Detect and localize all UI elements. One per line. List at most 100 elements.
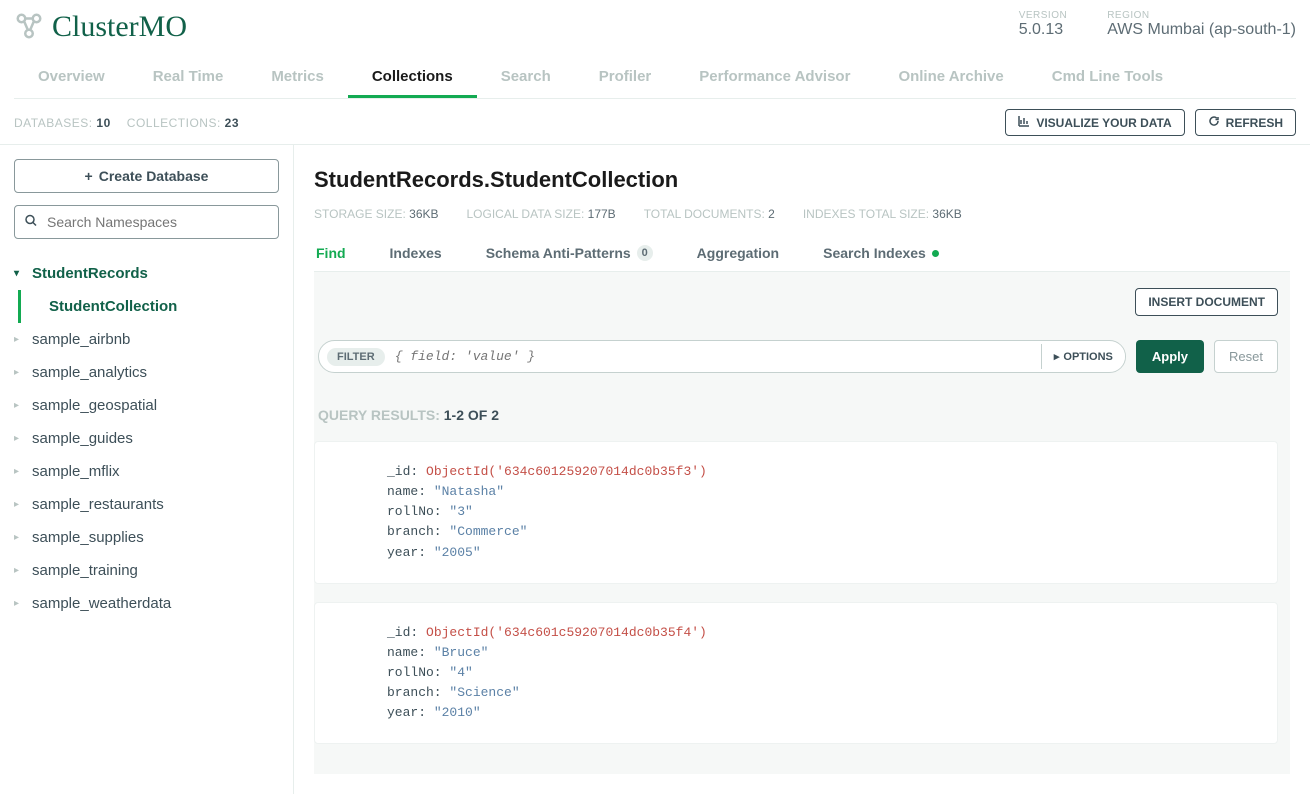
tab-indexes[interactable]: Indexes bbox=[388, 239, 444, 271]
tab-cmd-line-tools[interactable]: Cmd Line Tools bbox=[1028, 58, 1187, 98]
stat-logical-data-size-: LOGICAL DATA SIZE: 177B bbox=[467, 207, 616, 221]
caret-right-icon: ▸ bbox=[1054, 350, 1060, 363]
stat-indexes-total-size-: INDEXES TOTAL SIZE: 36KB bbox=[803, 207, 962, 221]
tab-metrics[interactable]: Metrics bbox=[247, 58, 348, 98]
options-button[interactable]: ▸ OPTIONS bbox=[1041, 344, 1125, 369]
sidebar-item-sample_guides[interactable]: ▸ sample_guides bbox=[14, 422, 279, 455]
doc-field-rollno: rollNo: "3" bbox=[387, 502, 1257, 522]
tab-collections[interactable]: Collections bbox=[348, 58, 477, 98]
tab-find[interactable]: Find bbox=[314, 239, 348, 271]
sidebar-item-sample_training[interactable]: ▸ sample_training bbox=[14, 554, 279, 587]
doc-field-branch: branch: "Science" bbox=[387, 683, 1257, 703]
filter-input[interactable] bbox=[391, 341, 1041, 372]
caret-right-icon: ▸ bbox=[14, 367, 24, 378]
sidebar-item-label: sample_training bbox=[32, 562, 138, 579]
sidebar-item-label: sample_restaurants bbox=[32, 496, 164, 513]
sidebar-item-sample_mflix[interactable]: ▸ sample_mflix bbox=[14, 455, 279, 488]
sidebar: + Create Database ▾ StudentRecords Student… bbox=[0, 145, 294, 794]
header: ClusterMO VERSION 5.0.13 REGION AWS Mumb… bbox=[0, 0, 1310, 50]
visualize-button[interactable]: VISUALIZE YOUR DATA bbox=[1005, 109, 1184, 136]
apply-button[interactable]: Apply bbox=[1136, 340, 1204, 373]
collections-label: COLLECTIONS: bbox=[127, 116, 221, 130]
sidebar-item-label: sample_analytics bbox=[32, 364, 147, 381]
sidebar-collection-studentcollection[interactable]: StudentCollection bbox=[18, 290, 279, 323]
tab-real-time[interactable]: Real Time bbox=[129, 58, 248, 98]
tab-search-indexes[interactable]: Search Indexes bbox=[821, 239, 941, 271]
sidebar-item-sample_airbnb[interactable]: ▸ sample_airbnb bbox=[14, 323, 279, 356]
database-list: ▾ StudentRecords StudentCollection ▸ sample_… bbox=[14, 257, 279, 620]
collections-count: 23 bbox=[225, 116, 239, 130]
filter-pill: FILTER bbox=[327, 348, 385, 366]
collection-title: StudentRecords.StudentCollection bbox=[314, 167, 1290, 193]
cluster-icon bbox=[14, 11, 44, 44]
sidebar-item-label: sample_supplies bbox=[32, 529, 144, 546]
sidebar-item-sample_geospatial[interactable]: ▸ sample_geospatial bbox=[14, 389, 279, 422]
doc-field-year: year: "2010" bbox=[387, 703, 1257, 723]
schema-badge: 0 bbox=[637, 245, 653, 261]
tab-schema-anti-patterns[interactable]: Schema Anti-Patterns 0 bbox=[484, 239, 655, 271]
caret-right-icon: ▸ bbox=[14, 466, 24, 477]
tab-performance-advisor[interactable]: Performance Advisor bbox=[675, 58, 874, 98]
sidebar-item-studentrecords[interactable]: ▾ StudentRecords bbox=[14, 257, 279, 290]
caret-down-icon: ▾ bbox=[14, 268, 24, 279]
doc-field-branch: branch: "Commerce" bbox=[387, 522, 1257, 542]
reset-button[interactable]: Reset bbox=[1214, 340, 1278, 373]
region-label: REGION bbox=[1107, 10, 1296, 21]
search-namespaces-input[interactable] bbox=[14, 205, 279, 239]
query-panel: INSERT DOCUMENT FILTER ▸ OPTIONS Apply R… bbox=[314, 272, 1290, 774]
collection-stats: STORAGE SIZE: 36KB LOGICAL DATA SIZE: 177… bbox=[314, 207, 1290, 221]
header-meta: VERSION 5.0.13 REGION AWS Mumbai (ap-sou… bbox=[1019, 10, 1296, 39]
doc-field-rollno: rollNo: "4" bbox=[387, 663, 1257, 683]
caret-right-icon: ▸ bbox=[14, 565, 24, 576]
sidebar-item-label: sample_mflix bbox=[32, 463, 120, 480]
sidebar-item-sample_supplies[interactable]: ▸ sample_supplies bbox=[14, 521, 279, 554]
document-card[interactable]: _id: ObjectId('634c601259207014dc0b35f3'… bbox=[314, 441, 1278, 584]
doc-field-year: year: "2005" bbox=[387, 543, 1257, 563]
main-tabs: OverviewReal TimeMetricsCollectionsSearc… bbox=[14, 58, 1296, 99]
caret-right-icon: ▸ bbox=[14, 532, 24, 543]
sidebar-item-label: sample_weatherdata bbox=[32, 595, 171, 612]
version-value: 5.0.13 bbox=[1019, 21, 1068, 39]
refresh-button[interactable]: REFRESH bbox=[1195, 109, 1296, 136]
databases-label: DATABASES: bbox=[14, 116, 93, 130]
sidebar-item-label: sample_guides bbox=[32, 430, 133, 447]
content: StudentRecords.StudentCollection STORAGE… bbox=[294, 145, 1310, 794]
stat-total-documents-: TOTAL DOCUMENTS: 2 bbox=[644, 207, 775, 221]
sidebar-item-sample_restaurants[interactable]: ▸ sample_restaurants bbox=[14, 488, 279, 521]
caret-right-icon: ▸ bbox=[14, 499, 24, 510]
tab-profiler[interactable]: Profiler bbox=[575, 58, 676, 98]
tab-overview[interactable]: Overview bbox=[14, 58, 129, 98]
cluster-name[interactable]: ClusterMO bbox=[52, 10, 187, 44]
tab-search[interactable]: Search bbox=[477, 58, 575, 98]
sidebar-item-sample_weatherdata[interactable]: ▸ sample_weatherdata bbox=[14, 587, 279, 620]
sidebar-item-sample_analytics[interactable]: ▸ sample_analytics bbox=[14, 356, 279, 389]
caret-right-icon: ▸ bbox=[14, 400, 24, 411]
create-database-button[interactable]: + Create Database bbox=[14, 159, 279, 193]
stat-storage-size-: STORAGE SIZE: 36KB bbox=[314, 207, 439, 221]
caret-right-icon: ▸ bbox=[14, 598, 24, 609]
databases-count: 10 bbox=[96, 116, 110, 130]
doc-field-name: name: "Natasha" bbox=[387, 482, 1257, 502]
version-label: VERSION bbox=[1019, 10, 1068, 21]
region-value: AWS Mumbai (ap-south-1) bbox=[1107, 21, 1296, 39]
sidebar-item-label: sample_airbnb bbox=[32, 331, 130, 348]
search-icon bbox=[24, 214, 38, 231]
doc-field-name: name: "Bruce" bbox=[387, 643, 1257, 663]
doc-field-_id: _id: ObjectId('634c601c59207014dc0b35f4'… bbox=[387, 623, 1257, 643]
plus-icon: + bbox=[85, 168, 93, 184]
filter-box: FILTER ▸ OPTIONS bbox=[318, 340, 1126, 373]
doc-field-_id: _id: ObjectId('634c601259207014dc0b35f3'… bbox=[387, 462, 1257, 482]
sidebar-item-label: sample_geospatial bbox=[32, 397, 157, 414]
tab-aggregation[interactable]: Aggregation bbox=[695, 239, 781, 271]
sidebar-item-label: StudentRecords bbox=[32, 265, 148, 282]
insert-document-button[interactable]: INSERT DOCUMENT bbox=[1135, 288, 1278, 316]
refresh-icon bbox=[1208, 115, 1220, 130]
tab-online-archive[interactable]: Online Archive bbox=[874, 58, 1027, 98]
stats-bar: DATABASES: 10 COLLECTIONS: 23 VISUALIZE … bbox=[0, 99, 1310, 144]
caret-right-icon: ▸ bbox=[14, 433, 24, 444]
query-results-label: QUERY RESULTS: 1-2 OF 2 bbox=[314, 407, 1278, 423]
search-indexes-dot-icon bbox=[932, 250, 939, 257]
caret-right-icon: ▸ bbox=[14, 334, 24, 345]
logo-wrap: ClusterMO bbox=[14, 10, 187, 44]
document-card[interactable]: _id: ObjectId('634c601c59207014dc0b35f4'… bbox=[314, 602, 1278, 745]
